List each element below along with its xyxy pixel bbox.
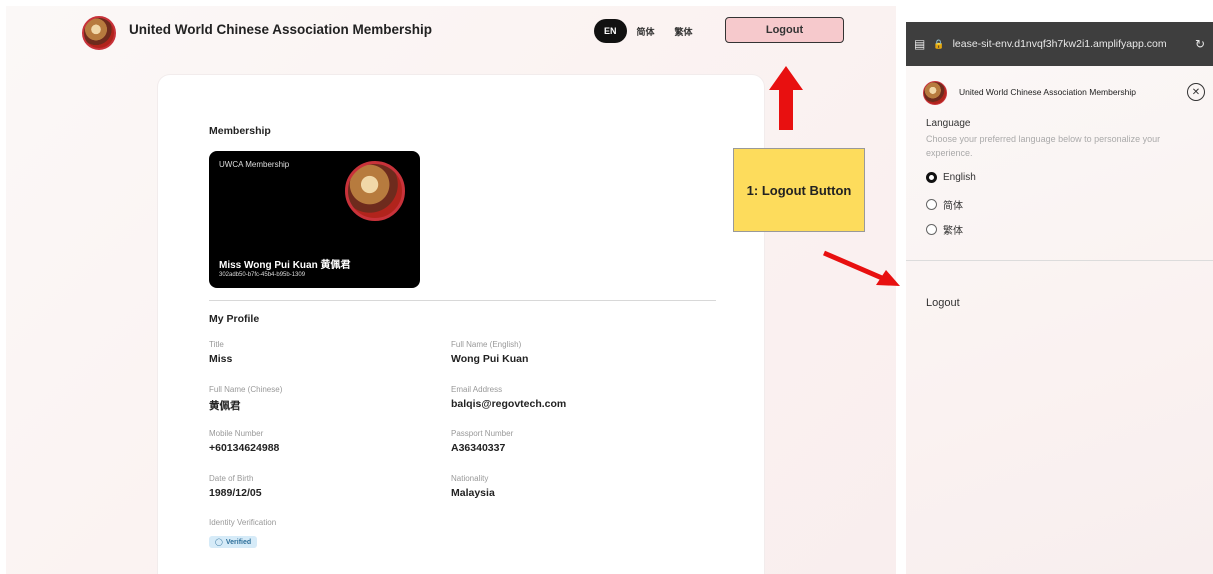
verified-badge-label: Verified [225, 538, 252, 546]
menu-divider [906, 260, 1213, 261]
lock-icon: 🔒 [933, 38, 945, 49]
up-arrow-annotation [769, 66, 803, 130]
language-option-english[interactable]: English [926, 172, 976, 183]
field-label: Identity Verification [209, 518, 277, 527]
mobile-app-title: United World Chinese Association Members… [959, 87, 1137, 97]
field-label: Date of Birth [209, 474, 254, 483]
field-full-name-chinese: Full Name (Chinese) 黄佩君 [209, 385, 282, 413]
field-passport: Passport Number A36340337 [451, 429, 513, 454]
field-label: Mobile Number [209, 429, 264, 438]
language-title: Language [926, 118, 971, 129]
radio-icon[interactable] [926, 224, 937, 235]
field-title: Title Miss [209, 340, 232, 365]
field-email: Email Address balqis@regovtech.com [451, 385, 566, 410]
field-label: Title [209, 340, 224, 349]
membership-card-logo [345, 161, 405, 221]
app-title: United World Chinese Association Members… [129, 22, 433, 37]
field-label: Full Name (Chinese) [209, 385, 283, 394]
mobile-logout-link[interactable]: Logout [926, 297, 960, 309]
language-description: Choose your preferred language below to … [926, 134, 1161, 158]
url-text[interactable]: lease-sit-env.d1nvqf3h7kw2i1.amplifyapp.… [953, 38, 1187, 50]
radio-icon[interactable] [926, 199, 937, 210]
field-label: Nationality [451, 474, 489, 483]
uwca-logo[interactable] [82, 16, 116, 50]
profile-title: My Profile [209, 313, 260, 325]
radio-selected-icon[interactable] [926, 172, 937, 183]
lang-en-button[interactable]: EN [594, 19, 627, 43]
field-label: Passport Number [451, 429, 514, 438]
profile-card: Membership UWCA Membership Miss Wong Pui… [158, 75, 764, 574]
field-label: Email Address [451, 385, 503, 394]
membership-title: Membership [209, 125, 271, 137]
membership-card: UWCA Membership Miss Wong Pui Kuan 黄佩君 3… [209, 151, 420, 288]
language-option-label: English [943, 172, 976, 183]
field-full-name-english: Full Name (English) Wong Pui Kuan [451, 340, 528, 365]
verified-badge: ◯ Verified [209, 536, 258, 548]
language-option-label: 繁体 [943, 226, 963, 237]
field-nationality: Nationality Malaysia [451, 474, 495, 499]
field-value: Wong Pui Kuan [451, 353, 529, 365]
language-option-traditional[interactable]: 繁体 [926, 222, 963, 237]
language-switcher: EN 简体 繁体 [594, 18, 703, 44]
tabs-icon[interactable]: ▤ [914, 37, 925, 51]
language-option-label: 简体 [943, 201, 963, 212]
field-value: Malaysia [451, 487, 495, 499]
field-value: +60134624988 [209, 442, 280, 454]
field-value: 黄佩君 [209, 400, 241, 412]
close-icon[interactable]: ✕ [1187, 83, 1205, 101]
desktop-view: United World Chinese Association Members… [6, 6, 896, 574]
lang-simplified-button[interactable]: 简体 [627, 19, 665, 43]
logout-button[interactable]: Logout [725, 17, 844, 43]
field-mobile: Mobile Number +60134624988 [209, 429, 279, 454]
browser-url-bar: ▤ 🔒 lease-sit-env.d1nvqf3h7kw2i1.amplify… [906, 22, 1213, 66]
language-option-simplified[interactable]: 简体 [926, 197, 963, 212]
mobile-view: ▤ 🔒 lease-sit-env.d1nvqf3h7kw2i1.amplify… [906, 22, 1213, 574]
field-identity-verification: Identity Verification ◯ Verified [209, 518, 276, 549]
section-divider [209, 300, 716, 301]
field-date-of-birth: Date of Birth 1989/12/05 [209, 474, 262, 499]
reload-icon[interactable]: ↻ [1195, 37, 1205, 51]
diagonal-arrow-annotation [823, 250, 900, 286]
field-label: Full Name (English) [451, 340, 522, 349]
member-name: Miss Wong Pui Kuan 黄佩君 [219, 260, 351, 271]
uwca-logo[interactable] [923, 81, 947, 105]
field-value: Miss [209, 353, 233, 365]
lang-traditional-button[interactable]: 繁体 [665, 19, 703, 43]
membership-card-label: UWCA Membership [219, 160, 290, 169]
annotation-label: 1: Logout Button [733, 148, 865, 232]
member-id: 302adb50-b7fc-45b4-b95b-1309 [219, 272, 306, 278]
field-value: balqis@regovtech.com [451, 398, 567, 410]
check-circle-icon: ◯ [215, 539, 223, 546]
field-value: 1989/12/05 [209, 487, 262, 499]
field-value: A36340337 [451, 442, 506, 454]
